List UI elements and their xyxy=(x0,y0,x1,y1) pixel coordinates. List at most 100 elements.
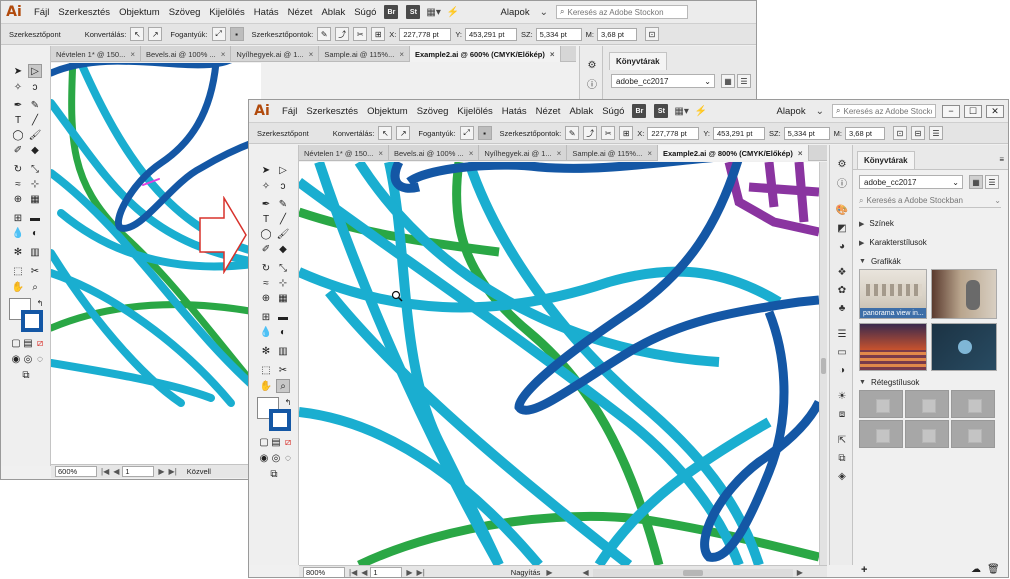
perspective-tool[interactable]: ▦ xyxy=(276,291,290,305)
layer-style-tile[interactable] xyxy=(859,390,903,418)
magic-wand-tool[interactable]: ✧ xyxy=(11,80,25,94)
library-search-input[interactable] xyxy=(866,196,977,205)
section-char-styles[interactable]: ▶ Karakterstílusok xyxy=(859,238,927,247)
isolate-button[interactable]: ⊞ xyxy=(619,126,634,140)
remove-anchor-button[interactable]: ✎ xyxy=(565,126,580,140)
artboards-icon[interactable]: ⧉ xyxy=(835,451,849,465)
tab-bevels[interactable]: Bevels.ai @ 100% ... × xyxy=(389,145,480,161)
add-content-icon[interactable]: + xyxy=(861,564,867,576)
stock-search-box[interactable]: ⌕ xyxy=(556,5,688,19)
blend-tool[interactable]: ◐ xyxy=(276,325,290,339)
shape-builder-tool[interactable]: ⊕ xyxy=(259,291,273,305)
menu-edit[interactable]: Szerkesztés xyxy=(306,106,358,117)
eyedropper-tool[interactable]: 💧 xyxy=(259,325,273,339)
stock-search-box[interactable]: ⌕ xyxy=(832,104,936,118)
menu-type[interactable]: Szöveg xyxy=(417,106,449,117)
close-icon[interactable]: × xyxy=(130,50,135,59)
menu-select[interactable]: Kijelölés xyxy=(457,106,492,117)
convert-smooth-button[interactable]: ↗ xyxy=(148,27,163,41)
none-mode-icon[interactable]: ⧄ xyxy=(281,435,295,449)
hide-handles-button[interactable]: ▪ xyxy=(229,27,244,41)
next-page-icon[interactable]: ▶ xyxy=(158,467,164,476)
layer-style-tile[interactable] xyxy=(905,420,949,448)
scale-tool[interactable]: ⤡ xyxy=(276,261,290,275)
shaper-tool[interactable]: ✐ xyxy=(259,242,273,256)
direct-selection-tool[interactable]: ▷ xyxy=(276,163,290,177)
menu-select[interactable]: Kijelölés xyxy=(209,7,244,18)
scrollbar-thumb[interactable] xyxy=(821,358,826,374)
tab-nyilhegyek[interactable]: Nyílhegyek.ai @ 1... × xyxy=(479,145,568,161)
page-field[interactable]: 1 xyxy=(370,567,403,577)
properties-icon[interactable]: ⚙ xyxy=(835,157,849,171)
graphic-thumb-panorama[interactable]: panorama view in... xyxy=(859,269,927,319)
ellipse-tool[interactable]: ◯ xyxy=(259,227,273,241)
transparency-icon[interactable]: ◑ xyxy=(835,363,849,377)
lasso-tool[interactable]: ↄ xyxy=(276,179,290,193)
zoom-tool[interactable]: ⌕ xyxy=(276,379,290,393)
curvature-tool[interactable]: ✎ xyxy=(28,98,42,112)
x-field[interactable]: 227,778 pt xyxy=(647,126,700,140)
chevron-down-icon[interactable]: ⌄ xyxy=(816,106,824,117)
symbol-sprayer-tool[interactable]: ✻ xyxy=(259,344,273,358)
perspective-tool[interactable]: ▦ xyxy=(28,192,42,206)
layer-style-tile[interactable] xyxy=(951,390,995,418)
last-page-icon[interactable]: ▶| xyxy=(417,568,425,577)
eraser-tool[interactable]: ◆ xyxy=(276,242,290,256)
menu-effect[interactable]: Hatás xyxy=(502,106,527,117)
direct-selection-tool[interactable]: ▷ xyxy=(28,64,42,78)
stroke-swatch[interactable] xyxy=(269,409,291,431)
graphic-styles-icon[interactable]: ♣ xyxy=(835,301,849,315)
scrollbar-thumb[interactable] xyxy=(682,569,703,576)
h-field[interactable]: 3,68 pt xyxy=(845,126,886,140)
show-handles-button[interactable]: ⤢ xyxy=(459,126,474,140)
tab-example2[interactable]: Example2.ai @ 600% (CMYK/Előkép) × xyxy=(410,46,561,62)
arrange-icon[interactable]: ▦▾ xyxy=(674,106,688,117)
graphic-thumb-2[interactable] xyxy=(931,269,997,319)
stock-search-input[interactable] xyxy=(567,7,684,17)
tab-sample[interactable]: Sample.ai @ 115%... × xyxy=(319,46,410,62)
align-icon[interactable]: ⊟ xyxy=(911,126,926,140)
hide-handles-button[interactable]: ▪ xyxy=(477,126,492,140)
draw-inside-icon[interactable]: ◌ xyxy=(281,451,295,465)
cloud-sync-icon[interactable]: ☁ xyxy=(971,564,981,575)
bridge-badge[interactable]: Br xyxy=(632,104,647,118)
swap-colors-icon[interactable]: ↰ xyxy=(33,296,47,310)
menu-file[interactable]: Fájl xyxy=(34,7,49,18)
appearance-icon[interactable]: ☀ xyxy=(835,389,849,403)
minimize-button[interactable]: − xyxy=(942,104,960,118)
graphic-thumb-4[interactable] xyxy=(931,323,997,371)
eraser-tool[interactable]: ◆ xyxy=(28,143,42,157)
tab-bevels[interactable]: Bevels.ai @ 100% ... × xyxy=(141,46,232,62)
lasso-tool[interactable]: ↄ xyxy=(28,80,42,94)
pen-tool[interactable]: ✒ xyxy=(259,197,273,211)
selection-tool[interactable]: ➤ xyxy=(11,64,25,78)
scroll-right-icon[interactable]: ▶ xyxy=(797,568,803,577)
curvature-tool[interactable]: ✎ xyxy=(276,197,290,211)
info-icon[interactable]: ⓘ xyxy=(835,175,849,190)
first-page-icon[interactable]: |◀ xyxy=(349,568,357,577)
zoom-field[interactable]: 600% xyxy=(55,466,97,477)
close-icon[interactable]: × xyxy=(399,50,404,59)
mesh-tool[interactable]: ⊞ xyxy=(259,310,273,324)
symbol-sprayer-tool[interactable]: ✻ xyxy=(11,245,25,259)
menu-help[interactable]: Súgó xyxy=(602,106,624,117)
zoom-tool[interactable]: ⌕ xyxy=(28,280,42,294)
menu-file[interactable]: Fájl xyxy=(282,106,297,117)
properties-icon[interactable]: ⚙ xyxy=(585,58,599,72)
isolate-button[interactable]: ⊞ xyxy=(371,27,386,41)
slice-tool[interactable]: ✂ xyxy=(276,363,290,377)
close-icon[interactable]: × xyxy=(550,50,555,59)
library-select[interactable]: adobe_cc2017 ⌄ xyxy=(859,175,963,189)
warp-tool[interactable]: ≈ xyxy=(259,276,273,290)
delete-icon[interactable]: 🗑 xyxy=(987,564,1000,575)
line-tool[interactable]: ╱ xyxy=(276,212,290,226)
color-icon[interactable]: ◕ xyxy=(835,239,849,253)
cut-path-button[interactable]: ✂ xyxy=(353,27,368,41)
close-icon[interactable]: × xyxy=(647,149,652,158)
convert-smooth-button[interactable]: ↗ xyxy=(396,126,411,140)
workspace-switcher[interactable]: Alapok xyxy=(501,7,530,18)
menu-object[interactable]: Objektum xyxy=(119,7,160,18)
free-transform-tool[interactable]: ⊹ xyxy=(28,177,42,191)
magic-wand-tool[interactable]: ✧ xyxy=(259,179,273,193)
align-panel-icon[interactable]: ⧈ xyxy=(835,407,849,421)
